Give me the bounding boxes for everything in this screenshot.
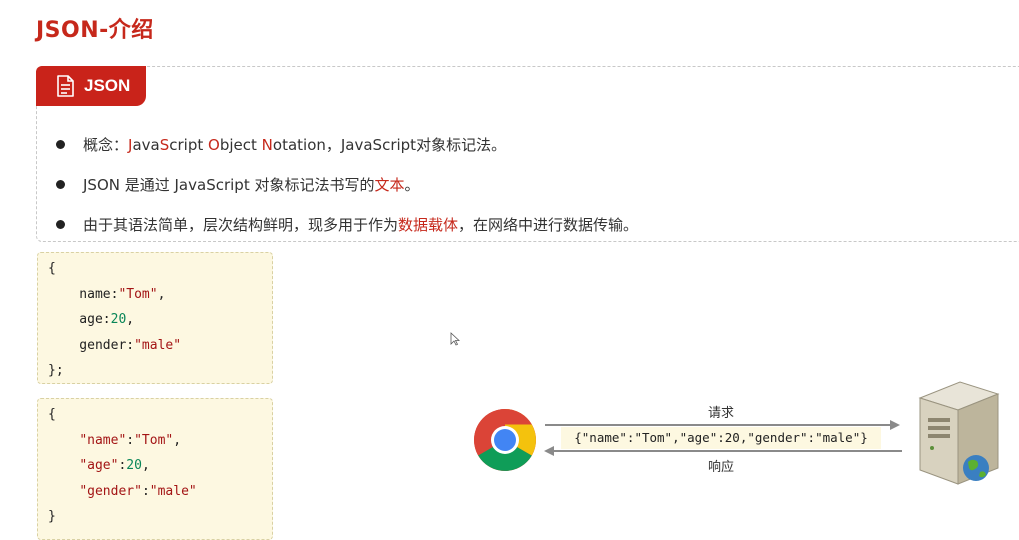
code-token: : — [126, 432, 135, 448]
bullet-list: 概念：JavaScript Object Notation，JavaScript… — [56, 132, 976, 252]
code-line: "gender":"male" — [48, 483, 197, 499]
document-icon — [57, 75, 74, 97]
code-line: age:20, — [48, 312, 134, 327]
code-token: "male" — [149, 483, 197, 499]
bullet-dot — [56, 140, 65, 149]
chrome-icon — [474, 409, 536, 471]
code-line: gender:"male" — [48, 338, 181, 353]
code-line: { — [48, 261, 56, 276]
code-token: { — [48, 407, 56, 422]
server-icon — [918, 381, 1000, 485]
code-line: { — [48, 407, 56, 422]
code-token: name: — [48, 286, 119, 302]
code-token: gender: — [48, 337, 135, 353]
code-token: , — [157, 286, 166, 302]
bullet-item: JSON 是通过 JavaScript 对象标记法书写的文本。 — [56, 172, 976, 212]
bullet-text: ava — [132, 136, 160, 154]
highlight-text: O — [208, 136, 220, 154]
highlight-text: 文本 — [374, 176, 405, 194]
bullet-dot — [56, 220, 65, 229]
code-block-js-object: { name:"Tom", age:20, gender:"male"}; — [37, 252, 273, 384]
code-token: age: — [48, 312, 111, 327]
code-token: "Tom" — [118, 286, 158, 302]
bullet-text: 概念： — [83, 136, 129, 154]
bullet-text: ，在网络中进行数据传输。 — [458, 216, 639, 234]
bullet-text: 。 — [404, 176, 420, 194]
code-token: "Tom" — [134, 432, 174, 448]
code-token: "gender" — [79, 483, 142, 499]
page-title: JSON-介绍 — [36, 18, 154, 43]
bullet-text: otation，JavaScript对象标记法。 — [272, 136, 507, 154]
code-line: "age":20, — [48, 458, 150, 473]
response-arrowhead — [544, 446, 554, 456]
code-token: 20 — [110, 312, 127, 327]
request-arrowhead — [890, 420, 900, 430]
mouse-cursor-icon — [450, 332, 460, 346]
code-line: }; — [48, 363, 64, 378]
request-label: 请求 — [708, 406, 735, 421]
response-label: 响应 — [708, 460, 735, 475]
bullet-text: cript — [169, 136, 209, 154]
bullet-item: 由于其语法简单，层次结构鲜明，现多用于作为数据载体，在网络中进行数据传输。 — [56, 212, 976, 252]
code-token: , — [141, 458, 150, 473]
code-line: } — [48, 509, 56, 524]
bullet-text: 由于其语法简单，层次结构鲜明，现多用于作为 — [83, 216, 399, 234]
code-token: "age" — [79, 458, 119, 473]
highlight-text: N — [261, 136, 273, 154]
bullet-item: 概念：JavaScript Object Notation，JavaScript… — [56, 132, 976, 172]
json-payload: {"name":"Tom","age":20,"gender":"male"} — [561, 427, 881, 449]
bullet-text: bject — [219, 136, 262, 154]
code-token: } — [48, 509, 56, 524]
code-token: : — [141, 483, 150, 499]
code-token: { — [48, 261, 56, 276]
json-tag: JSON — [36, 66, 146, 106]
bullet-dot — [56, 180, 65, 189]
code-block-json: { "name":"Tom", "age":20, "gender":"male… — [37, 398, 273, 540]
bullet-text: JSON 是通过 JavaScript 对象标记法书写的 — [83, 176, 375, 194]
code-token: }; — [48, 363, 64, 378]
tag-label: JSON — [84, 76, 131, 95]
code-token: "male" — [134, 337, 182, 353]
code-token: , — [126, 312, 135, 327]
code-line: "name":"Tom", — [48, 433, 181, 448]
code-token: 20 — [126, 458, 142, 473]
code-token: , — [173, 432, 182, 448]
highlight-text: S — [159, 136, 170, 154]
code-line: name:"Tom", — [48, 287, 165, 302]
code-token: "name" — [79, 432, 127, 448]
highlight-text: 数据载体 — [398, 216, 459, 234]
